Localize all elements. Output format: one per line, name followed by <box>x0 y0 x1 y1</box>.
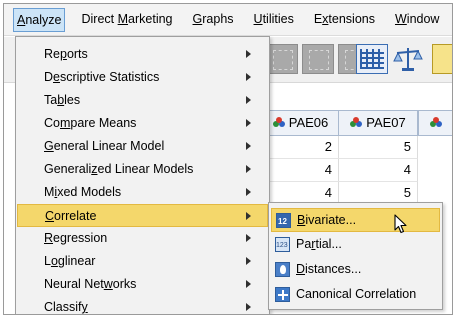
value-labels-icon[interactable] <box>432 44 452 74</box>
submenu-arrow-icon <box>246 212 251 220</box>
submenu-arrow-icon <box>246 96 251 104</box>
table-cell[interactable]: 5 <box>338 136 418 159</box>
ordinal-variable-icon <box>350 117 363 128</box>
submenu-arrow-icon <box>246 142 251 150</box>
menu-utilities[interactable]: Utilities <box>250 8 298 32</box>
menu-item-general-linear-model[interactable]: General Linear Model <box>18 135 267 158</box>
menu-item-reports[interactable]: Reports <box>18 43 267 66</box>
submenu-arrow-icon <box>246 119 251 127</box>
menu-item-canonical-correlation[interactable]: Canonical Correlation <box>271 283 440 307</box>
ordinal-variable-icon <box>272 117 286 128</box>
submenu-arrow-icon <box>246 165 251 173</box>
column-header[interactable]: PAE07 <box>338 110 418 136</box>
column-header[interactable] <box>418 110 452 136</box>
canonical-correlation-icon <box>275 287 290 302</box>
menu-item-generalized-linear-models[interactable]: Generalized Linear Models <box>18 158 267 181</box>
submenu-arrow-icon <box>246 188 251 196</box>
submenu-arrow-icon <box>246 257 251 265</box>
menu-item-mixed-models[interactable]: Mixed Models <box>18 181 267 204</box>
menu-item-loglinear[interactable]: Loglinear <box>18 250 267 273</box>
menu-item-regression[interactable]: Regression <box>18 227 267 250</box>
column-header[interactable]: PAE06 <box>262 110 339 136</box>
submenu-arrow-icon <box>246 234 251 242</box>
disabled-toolbar-icon[interactable] <box>266 44 298 74</box>
menu-item-bivariate[interactable]: Bivariate... <box>271 208 440 233</box>
analyze-menu: Reports Descriptive Statistics Tables Co… <box>15 36 270 314</box>
menu-item-correlate[interactable]: Correlate <box>17 204 268 227</box>
menu-analyze[interactable]: Analyze <box>13 7 66 32</box>
menu-item-descriptive-statistics[interactable]: Descriptive Statistics <box>18 66 267 89</box>
distances-icon <box>275 262 290 277</box>
table-cell[interactable]: 4 <box>262 159 339 182</box>
menu-item-compare-means[interactable]: Compare Means <box>18 112 267 135</box>
menu-item-neural-networks[interactable]: Neural Networks <box>18 273 267 296</box>
menu-direct-marketing[interactable]: Direct Marketing <box>77 8 176 32</box>
table-cell[interactable]: 2 <box>262 136 339 159</box>
correlate-submenu: Bivariate... Partial... Distances... Can… <box>268 202 443 310</box>
ordinal-variable-icon <box>430 117 443 128</box>
disabled-toolbar-icon[interactable] <box>302 44 334 74</box>
menu-item-distances[interactable]: Distances... <box>271 258 440 282</box>
menubar: Analyze Direct Marketing Graphs Utilitie… <box>4 4 452 36</box>
submenu-arrow-icon <box>246 50 251 58</box>
menu-item-partial[interactable]: Partial... <box>271 233 440 257</box>
data-grid-icon[interactable] <box>356 44 388 74</box>
submenu-arrow-icon <box>246 280 251 288</box>
mouse-cursor-icon <box>394 214 407 234</box>
partial-icon <box>275 234 290 257</box>
menu-item-tables[interactable]: Tables <box>18 89 267 112</box>
menu-graphs[interactable]: Graphs <box>189 8 238 32</box>
submenu-arrow-icon <box>246 73 251 81</box>
menu-window[interactable]: Window <box>391 8 443 32</box>
spss-window: Analyze Direct Marketing Graphs Utilitie… <box>3 3 453 315</box>
menu-extensions[interactable]: Extensions <box>310 8 379 32</box>
menu-item-classify[interactable]: Classify <box>18 296 267 314</box>
weight-scale-icon[interactable] <box>392 44 424 74</box>
bivariate-icon <box>276 210 291 233</box>
table-cell[interactable]: 4 <box>338 159 418 182</box>
submenu-arrow-icon <box>246 303 251 311</box>
